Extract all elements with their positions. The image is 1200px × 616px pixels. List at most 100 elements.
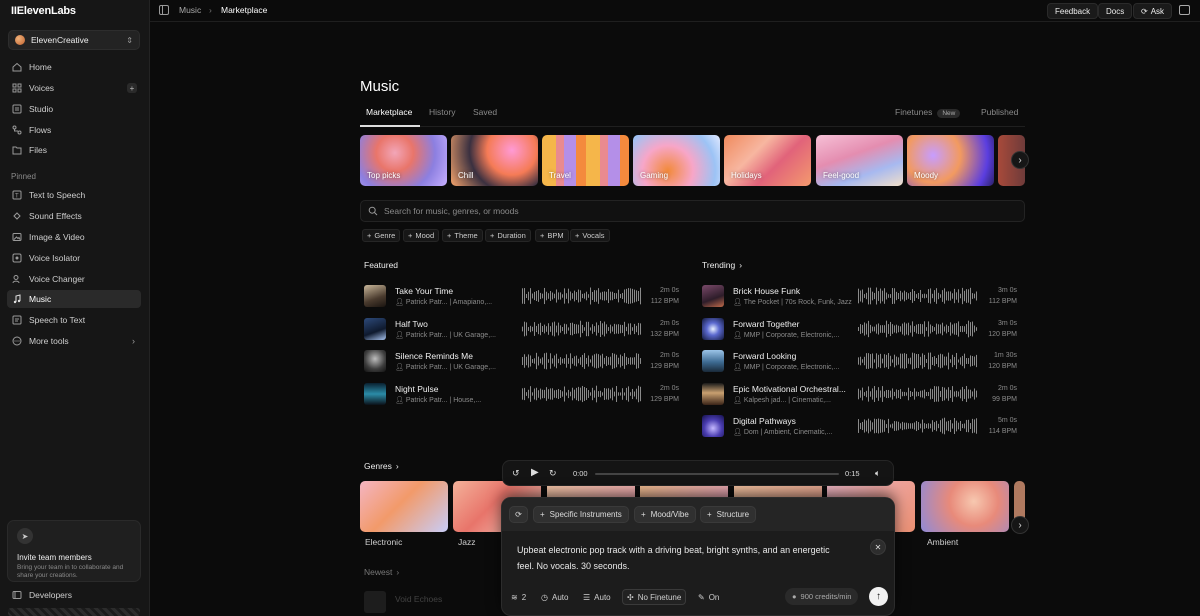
clear-prompt-button[interactable]: ✕ [870, 539, 886, 555]
play-button[interactable]: ▶ [531, 467, 539, 478]
docs-button[interactable]: Docs [1098, 3, 1133, 19]
sidebar-item-voice-isolator[interactable]: Voice Isolator [7, 249, 141, 267]
add-voice-button[interactable]: + [127, 83, 137, 93]
genre-tile-electronic[interactable] [360, 481, 448, 532]
toggle-sidebar-icon[interactable] [159, 5, 169, 15]
genre-tile-ambient[interactable] [921, 481, 1009, 532]
sections-option[interactable]: ☰ Auto [579, 589, 615, 605]
plus-icon: + [447, 231, 452, 240]
sidebar-item-flows[interactable]: Flows [7, 121, 141, 139]
shuffle-button[interactable]: ⟳ [509, 506, 528, 523]
trending-heading[interactable]: Trending › [702, 260, 742, 270]
tab-finetunes[interactable]: Finetunes New [895, 107, 961, 118]
trending-track[interactable]: Brick House Funk 👤︎ The Pocket | 70s Roc… [702, 284, 1017, 310]
breadcrumb-parent[interactable]: Music [179, 5, 201, 15]
mood-tile-travel[interactable]: Travel [542, 135, 629, 186]
waveform[interactable] [858, 287, 978, 305]
filter-theme[interactable]: + Theme [442, 229, 483, 242]
seek-bar[interactable] [595, 473, 839, 475]
forward-icon[interactable]: ↻ [549, 468, 557, 479]
filter-bpm[interactable]: + BPM [535, 229, 569, 242]
sidebar-item-more-tools[interactable]: More tools › [7, 332, 141, 350]
sidebar-item-text-to-speech[interactable]: T Text to Speech [7, 186, 141, 204]
mood-tile-holidays[interactable]: Holidays [724, 135, 811, 186]
filter-duration[interactable]: + Duration [485, 229, 531, 242]
waveform-bar [954, 323, 955, 335]
newest-heading[interactable]: Newest › [364, 567, 399, 577]
tab-published[interactable]: Published [981, 107, 1018, 117]
featured-track[interactable]: Night Pulse 👤︎ Patrick Patr... | House,.… [364, 382, 679, 408]
workspace-switcher[interactable]: ElevenCreative ⇕ [8, 30, 140, 50]
sidebar-item-image-video[interactable]: Image & Video [7, 228, 141, 246]
waveform-bar [870, 354, 871, 368]
layers-option[interactable]: ≋ 2 [507, 589, 530, 605]
mood-tile-gaming[interactable]: Gaming [633, 135, 720, 186]
panel-right-icon[interactable] [1179, 5, 1190, 15]
waveform[interactable] [522, 385, 642, 403]
waveform-bar [596, 322, 597, 336]
waveform[interactable] [858, 352, 978, 370]
newest-track[interactable]: Void Echoes [364, 591, 484, 613]
sidebar-item-voice-changer[interactable]: Voice Changer [7, 270, 141, 288]
mood-tile-chill[interactable]: Chill [451, 135, 538, 186]
featured-track[interactable]: Take Your Time 👤︎ Patrick Patr... | Amap… [364, 284, 679, 310]
waveform-bar [942, 290, 943, 302]
volume-icon[interactable]: 🔈︎ [875, 468, 880, 479]
ask-button[interactable]: ⟳ Ask [1133, 3, 1173, 19]
filter-mood[interactable]: + Mood [403, 229, 440, 242]
vocals-toggle[interactable]: ✎ On [694, 589, 723, 605]
mood-tile-moody[interactable]: Moody [907, 135, 994, 186]
waveform-bar [536, 387, 537, 401]
waveform[interactable] [522, 320, 642, 338]
sidebar-item-sound-effects[interactable]: Sound Effects [7, 207, 141, 225]
tab-history[interactable]: History [429, 107, 455, 117]
tab-marketplace[interactable]: Marketplace [366, 107, 412, 117]
sidebar-item-home[interactable]: Home [7, 58, 141, 76]
duration-option[interactable]: ◷ Auto [537, 589, 572, 605]
waveform-bar [968, 389, 969, 399]
waveform-bar [924, 389, 925, 399]
invite-card[interactable]: ➤ Invite team members Bring your team in… [7, 520, 141, 582]
trending-track[interactable]: Forward Together 👤︎ MMP | Corporate, Ele… [702, 317, 1017, 343]
prompt-text[interactable]: Upbeat electronic pop track with a drivi… [517, 542, 847, 574]
filter-genre[interactable]: + Genre [362, 229, 401, 242]
feedback-button[interactable]: Feedback [1047, 3, 1099, 19]
waveform-bar [580, 357, 581, 365]
rewind-icon[interactable]: ↺ [512, 468, 520, 479]
trending-track[interactable]: Forward Looking 👤︎ MMP | Corporate, Elec… [702, 349, 1017, 375]
search-input[interactable] [384, 206, 984, 216]
trending-track[interactable]: Epic Motivational Orchestral... 👤︎ Kalpe… [702, 382, 1017, 408]
chip-mood-vibe[interactable]: + Mood/Vibe [634, 506, 696, 523]
sidebar-item-voices[interactable]: Voices + [7, 79, 141, 97]
waveform[interactable] [858, 385, 978, 403]
genres-heading[interactable]: Genres › [364, 461, 399, 471]
mood-tile-top-picks[interactable]: Top picks [360, 135, 447, 186]
sidebar-item-developers[interactable]: Developers [12, 590, 72, 600]
featured-track[interactable]: Half Two 👤︎ Patrick Patr... | UK Garage,… [364, 317, 679, 343]
mood-tile-feel-good[interactable]: Feel-good [816, 135, 903, 186]
waveform[interactable] [522, 287, 642, 305]
generate-button[interactable]: ↑ [869, 587, 888, 606]
genres-next-button[interactable]: › [1011, 516, 1029, 534]
waveform[interactable] [858, 320, 978, 338]
sidebar-item-files[interactable]: Files [7, 141, 141, 159]
waveform[interactable] [858, 417, 978, 435]
app-logo[interactable]: IIElevenLabs [11, 5, 76, 17]
waveform-bar [622, 292, 623, 300]
filter-vocals[interactable]: + Vocals [570, 229, 610, 242]
moods-next-button[interactable]: › [1011, 151, 1029, 169]
music-search[interactable] [360, 200, 1025, 222]
tab-saved[interactable]: Saved [473, 107, 497, 117]
sidebar-item-speech-to-text[interactable]: Speech to Text [7, 311, 141, 329]
filter-label: Genre [374, 231, 396, 240]
chip-specific-instruments[interactable]: + Specific Instruments [533, 506, 629, 523]
waveform-bar [950, 390, 951, 398]
chip-structure[interactable]: + Structure [700, 506, 757, 523]
sidebar-item-music[interactable]: Music [7, 290, 141, 308]
finetune-option[interactable]: ✣ No Finetune [622, 589, 687, 605]
waveform-bar [568, 327, 569, 331]
featured-track[interactable]: Silence Reminds Me 👤︎ Patrick Patr... | … [364, 349, 679, 375]
sidebar-item-studio[interactable]: Studio [7, 100, 141, 118]
waveform[interactable] [522, 352, 642, 370]
trending-track[interactable]: Digital Pathways 👤︎ Dom | Ambient, Cinem… [702, 414, 1017, 440]
